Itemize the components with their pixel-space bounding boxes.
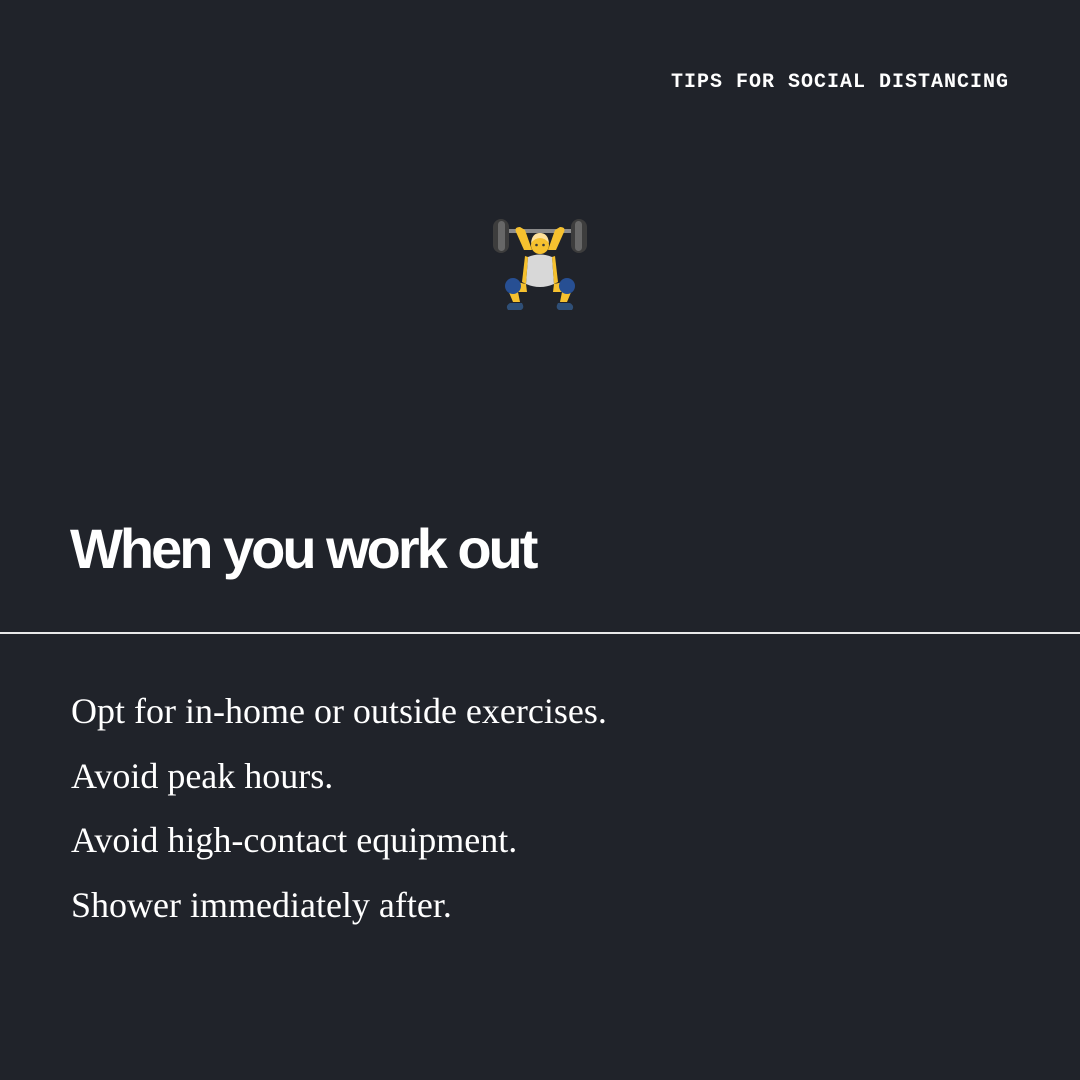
page-title: When you work out (70, 517, 538, 580)
person-lifting-weights-icon (490, 214, 590, 318)
tip-item: Avoid high-contact equipment. (71, 820, 518, 860)
tip-item: Opt for in-home or outside exercises. (71, 691, 607, 731)
tips-list: Opt for in-home or outside exercises. Av… (71, 679, 607, 937)
tip-item: Avoid peak hours. (71, 755, 334, 796)
section-divider (0, 632, 1080, 634)
section-kicker: TIPS FOR SOCIAL DISTANCING (670, 71, 1009, 94)
tip-item: Shower immediately after. (71, 884, 452, 925)
social-distancing-card: TIPS FOR SOCIAL DISTANCING When you work… (0, 0, 1080, 1080)
